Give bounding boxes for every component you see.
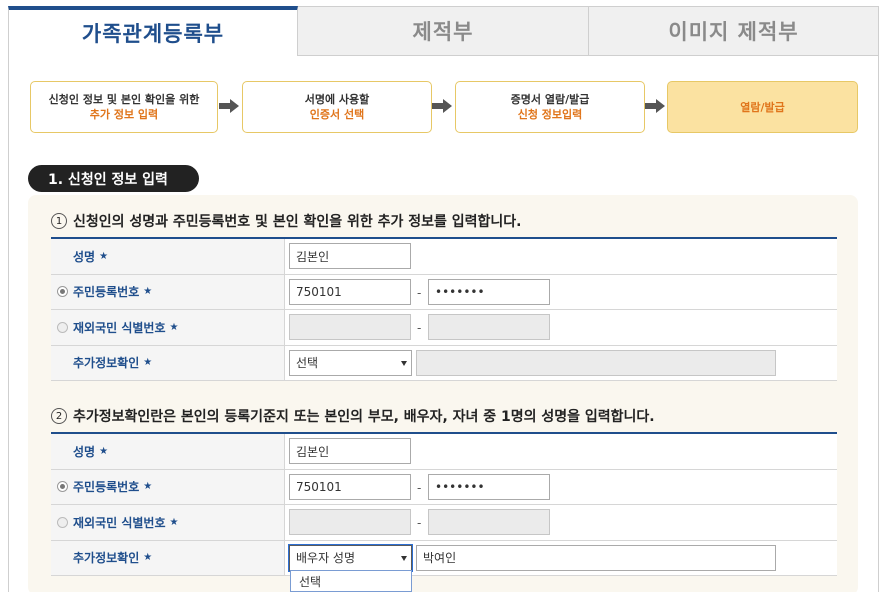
tab-removed-register[interactable]: 제적부 xyxy=(298,6,589,56)
form2-table: 성명 ★ 김본인 주민등록번호 ★ 750101 - ••••••• 재외국민 식별… xyxy=(51,432,837,576)
required-star-icon: ★ xyxy=(169,516,179,528)
form2-row-foreign: 재외국민 식별번호 ★ - xyxy=(51,505,837,541)
required-star-icon: ★ xyxy=(143,481,153,493)
form2-name-label: 성명 ★ xyxy=(51,434,285,469)
form2-note-text: 추가정보확인란은 본인의 등록기준지 또는 본인의 부모, 배우자, 자녀 중 … xyxy=(73,409,655,425)
dash-separator: - xyxy=(417,321,422,335)
form2-foreign-back-input xyxy=(428,509,550,535)
step-3-line1: 증명서 열람/발급 xyxy=(510,93,590,106)
form2-row-rrn: 주민등록번호 ★ 750101 - ••••••• xyxy=(51,469,837,505)
required-star-icon: ★ xyxy=(99,250,109,262)
form1-row-name: 성명 ★ 김본인 xyxy=(51,239,837,275)
form1-name-input[interactable]: 김본인 xyxy=(289,243,411,269)
form2-row-extra: 추가정보확인 ★ 배우자 성명 박여인 xyxy=(51,540,837,576)
form2-rrn-radio[interactable] xyxy=(57,481,68,493)
form1-extra-input xyxy=(416,349,776,376)
form2-foreign-radio[interactable] xyxy=(57,516,68,528)
tab-family-register[interactable]: 가족관계등록부 xyxy=(8,6,298,56)
dash-separator: - xyxy=(417,285,422,300)
required-star-icon: ★ xyxy=(143,552,153,564)
dropdown-caret-icon xyxy=(401,360,407,366)
form2-rrn-label: 주민등록번호 ★ xyxy=(51,469,285,504)
form1-foreign-back-input xyxy=(428,314,550,340)
tab-bar: 가족관계등록부 제적부 이미지 제적부 xyxy=(8,6,879,56)
circled-number-2: 2 xyxy=(51,408,67,424)
form2-foreign-front-input xyxy=(289,509,411,535)
step-3-line2: 신청 정보입력 xyxy=(517,108,583,121)
form1-row-extra: 추가정보확인 ★ 선택 xyxy=(51,345,837,381)
form1-extra-select[interactable]: 선택 xyxy=(289,349,412,376)
dropdown-caret-icon xyxy=(401,555,407,561)
form2-name-input[interactable]: 김본인 xyxy=(289,438,411,464)
step-request-info: 증명서 열람/발급 신청 정보입력 xyxy=(455,81,645,133)
form1-table: 성명 ★ 김본인 주민등록번호 ★ 750101 - ••••••• 재외국민 식별… xyxy=(51,237,837,381)
form2-rrn-front-input[interactable]: 750101 xyxy=(289,473,411,500)
step-4-line1: 열람/발급 xyxy=(740,100,785,114)
form2-rrn-back-input[interactable]: ••••••• xyxy=(428,473,550,500)
form2-extra-select[interactable]: 배우자 성명 xyxy=(288,543,413,572)
arrow-right-icon xyxy=(645,99,665,113)
form1-row-rrn: 주민등록번호 ★ 750101 - ••••••• xyxy=(51,274,837,310)
form2-extra-input[interactable]: 박여인 xyxy=(416,544,776,571)
step-view-issue: 열람/발급 xyxy=(667,81,858,133)
form2-extra-label: 추가정보확인 ★ xyxy=(51,540,285,575)
required-star-icon: ★ xyxy=(143,357,153,369)
form1-rrn-radio[interactable] xyxy=(57,286,68,298)
form1-extra-label: 추가정보확인 ★ xyxy=(51,345,285,380)
tab-image-removed-register[interactable]: 이미지 제적부 xyxy=(589,6,879,56)
step-2-line1: 서명에 사용할 xyxy=(304,93,370,106)
form1-foreign-radio[interactable] xyxy=(57,321,68,333)
form1-foreign-label: 재외국민 식별번호 ★ xyxy=(51,310,285,345)
required-star-icon: ★ xyxy=(169,321,179,333)
dropdown-option-select[interactable]: 선택 xyxy=(290,570,412,592)
required-star-icon: ★ xyxy=(143,286,153,298)
step-2-line2: 인증서 선택 xyxy=(309,108,365,121)
form1-name-label: 성명 ★ xyxy=(51,239,285,274)
section-title: 1. 신청인 정보 입력 xyxy=(28,165,199,192)
required-star-icon: ★ xyxy=(99,445,109,457)
circled-number-1: 1 xyxy=(51,213,67,229)
form1-row-foreign: 재외국민 식별번호 ★ - xyxy=(51,310,837,346)
form1-rrn-back-input[interactable]: ••••••• xyxy=(428,278,550,305)
form2-foreign-label: 재외국민 식별번호 ★ xyxy=(51,505,285,540)
step-certificate-select: 서명에 사용할 인증서 선택 xyxy=(242,81,432,133)
form1-note-text: 신청인의 성명과 주민등록번호 및 본인 확인을 위한 추가 정보를 입력합니다… xyxy=(73,214,522,230)
arrow-right-icon xyxy=(219,99,239,113)
step-applicant-info: 신청인 정보 및 본인 확인을 위한 추가 정보 입력 xyxy=(30,81,218,133)
form2-note: 2 추가정보확인란은 본인의 등록기준지 또는 본인의 부모, 배우자, 자녀 … xyxy=(51,406,655,426)
step-1-line1: 신청인 정보 및 본인 확인을 위한 xyxy=(48,93,200,106)
form1-rrn-front-input[interactable]: 750101 xyxy=(289,278,411,305)
dash-separator: - xyxy=(417,480,422,495)
form2-row-name: 성명 ★ 김본인 xyxy=(51,434,837,470)
form1-foreign-front-input xyxy=(289,314,411,340)
form1-note: 1 신청인의 성명과 주민등록번호 및 본인 확인을 위한 추가 정보를 입력합… xyxy=(51,211,521,231)
step-1-line2: 추가 정보 입력 xyxy=(89,108,159,121)
form1-rrn-label: 주민등록번호 ★ xyxy=(51,274,285,309)
dash-separator: - xyxy=(417,516,422,530)
arrow-right-icon xyxy=(432,99,452,113)
